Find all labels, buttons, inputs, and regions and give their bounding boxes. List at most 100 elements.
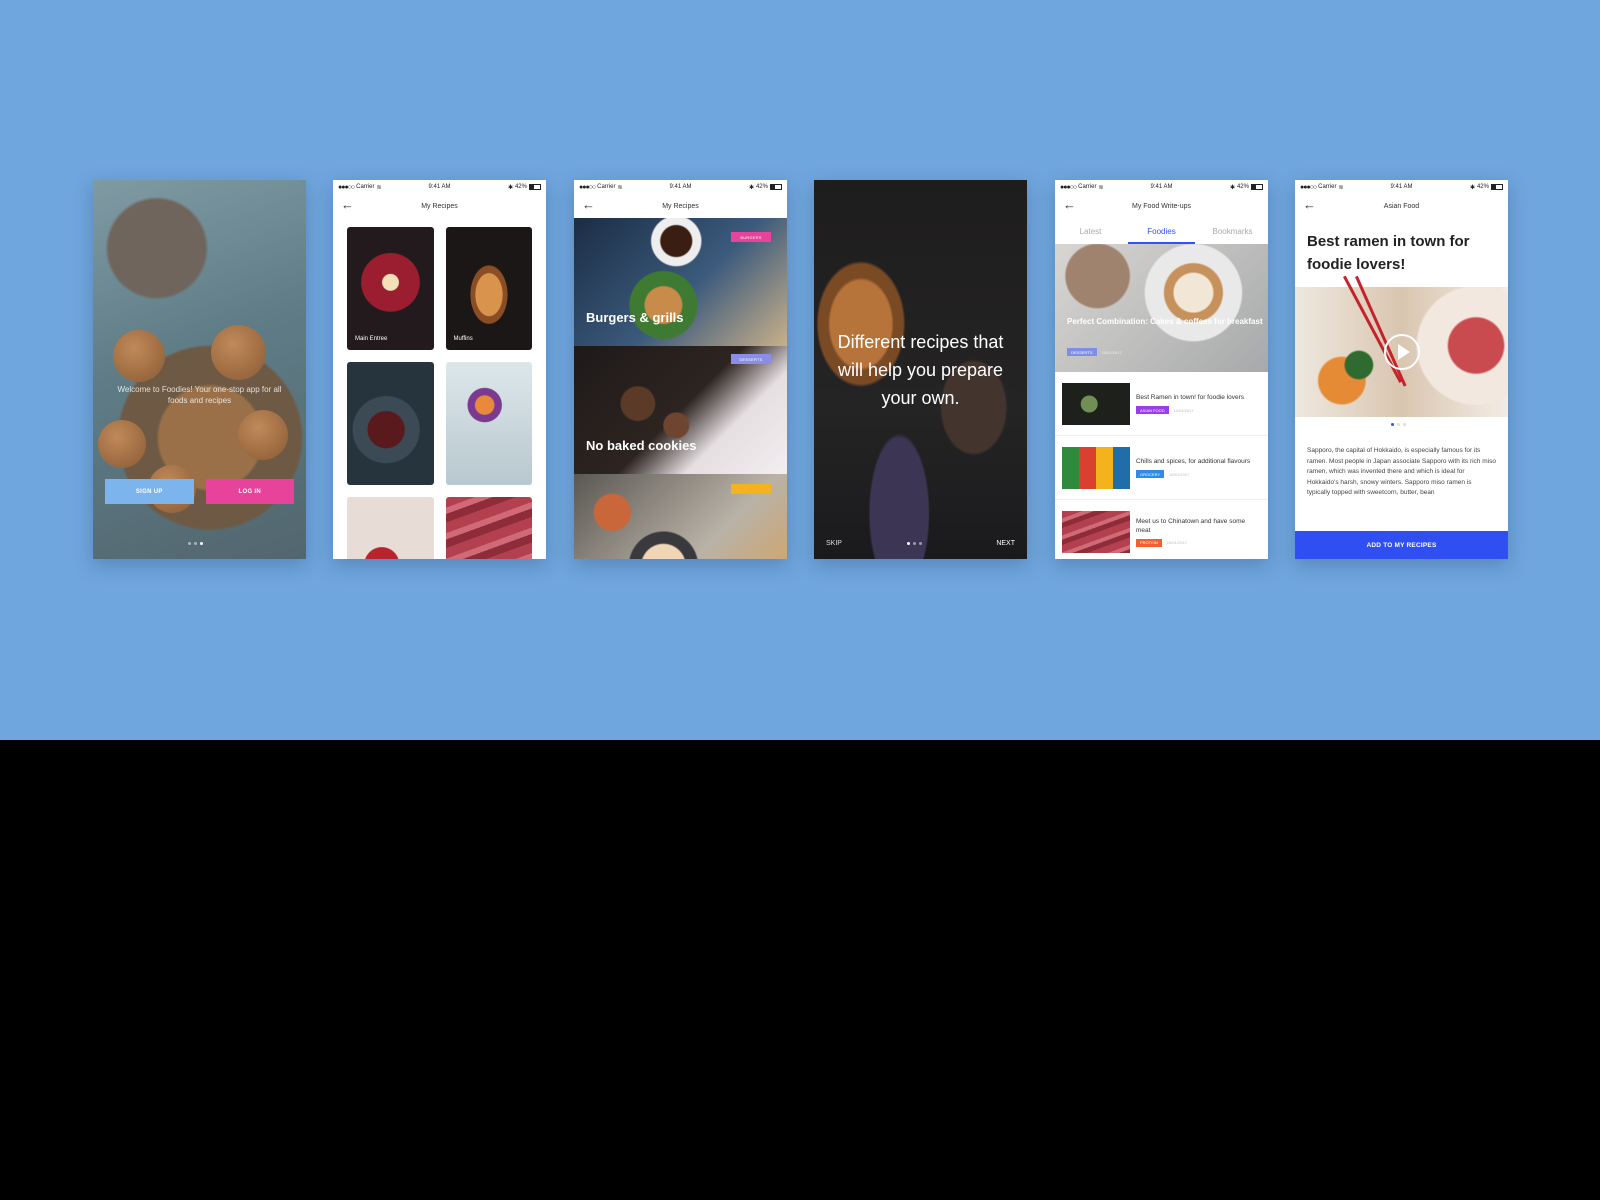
recipe-grid: Main Entree Muffins [347,227,532,559]
tile-label: Muffins [453,336,473,342]
bluetooth-icon: ✱ [1469,184,1475,191]
battery-label: 42% [1236,184,1249,190]
ramen-video-thumbnail[interactable] [1295,275,1508,417]
signal-icon: ●●●○○ [1060,183,1077,191]
list-item[interactable]: Meet us to Chinatown and have some meat … [1055,500,1268,559]
category-card-burgers[interactable]: BURGERS Burgers & grills [574,218,787,346]
category-card-breakfast[interactable] [574,474,787,559]
category-tag: DESSERTS [731,354,771,364]
recipe-tile-meat[interactable] [445,497,532,559]
signal-icon: ●●●○○ [1300,183,1317,191]
category-card-cookies[interactable]: DESSERTS No baked cookies [574,346,787,474]
page-indicator[interactable] [188,542,203,545]
page-dot-active[interactable] [907,542,910,545]
log-in-button[interactable]: LOG IN [205,479,294,504]
image-page-indicator[interactable] [1391,423,1406,426]
page-title: Asian Food [1383,202,1420,210]
wifi-icon: ≋ [617,184,623,191]
article-thumbnail [1062,446,1130,489]
battery-label: 42% [1476,184,1489,190]
writeups-screen: ●●●○○ Carrier ≋ 9:41 AM ✱ 42% ← My Food Wri… [1055,180,1268,559]
page-dot[interactable] [919,542,922,545]
signal-icon: ●●●○○ [338,183,355,191]
my-recipes-screen: ●●●○○ Carrier ≋ 9:41 AM ✱ 42% ← My Recipes … [333,180,546,559]
status-bar: ●●●○○ Carrier ≋ 9:41 AM ✱ 42% [333,180,546,194]
tab-bookmarks[interactable]: Bookmarks [1197,218,1268,244]
page-dot[interactable] [1397,423,1400,426]
back-arrow-icon[interactable]: ← [1063,198,1076,212]
page-title: My Recipes [421,202,458,210]
list-item[interactable]: Best Ramen in town! for foodie lovers AS… [1055,372,1268,436]
page-dot[interactable] [194,542,197,545]
article-title: Meet us to Chinatown and have some meat [1136,517,1246,534]
article-title: Chills and spices, for additional flavou… [1136,458,1251,465]
cookie-image [211,325,266,380]
clock-label: 9:41 AM [428,184,451,190]
chopstick-image [1355,275,1407,387]
featured-article-title: Perfect Combination: Cakes & coffees for… [1067,317,1263,326]
carrier-label: Carrier [356,184,375,190]
page-dot[interactable] [188,542,191,545]
status-bar: ●●●○○ Carrier ≋ 9:41 AM ✱ 42% [1295,180,1508,194]
back-arrow-icon[interactable]: ← [341,198,354,212]
onboarding-screen: Different recipes that will help you pre… [814,180,1027,559]
date-label: 20/01/2017 [1101,349,1122,355]
category-tag: PROTEIN [1136,538,1162,547]
article-title: Best Ramen in town! for foodie lovers [1136,394,1245,401]
status-bar: ●●●○○ Carrier ≋ 9:41 AM ✱ 42% [1055,180,1268,194]
category-tag: GROCERY [1136,470,1165,478]
article-headline: Best ramen in town for foodie lovers! [1307,233,1470,273]
welcome-screen: Welcome to Foodies! Your one-stop app fo… [93,180,306,559]
page-dot-active[interactable] [1391,423,1394,426]
wifi-icon: ≋ [1098,184,1104,191]
article-thumbnail [1062,510,1130,553]
back-arrow-icon[interactable]: ← [582,198,595,212]
tab-foodies[interactable]: Foodies [1126,218,1197,244]
list-item[interactable]: Chills and spices, for additional flavou… [1055,436,1268,500]
sign-up-button[interactable]: SIGN UP [105,479,194,504]
carrier-label: Carrier [597,184,616,190]
clock-label: 9:41 AM [1390,184,1413,190]
article-screen: ●●●○○ Carrier ≋ 9:41 AM ✱ 42% ← Asian Food … [1295,180,1508,559]
play-icon[interactable] [1383,334,1420,370]
page-dot-active[interactable] [200,542,203,545]
battery-icon [769,184,782,190]
wifi-icon: ≋ [376,184,382,191]
next-button[interactable]: NEXT [996,540,1015,547]
recipe-tile-berries[interactable] [347,497,434,559]
article-body: Sapporo, the capital of Hokkaido, is esp… [1307,447,1496,496]
battery-label: 42% [755,184,768,190]
nav-bar: ← My Food Write-ups [1055,194,1268,218]
recipe-tile-soup[interactable] [347,362,434,485]
category-title: No baked cookies [586,438,697,453]
add-to-my-recipes-button[interactable]: ADD TO MY RECIPES [1295,531,1508,559]
battery-label: 42% [514,184,527,190]
recipe-tile-salad[interactable] [445,362,532,485]
nav-bar: ← Asian Food [1295,194,1508,218]
carrier-label: Carrier [1078,184,1097,190]
page-title: My Food Write-ups [1132,202,1191,210]
page-indicator[interactable] [907,542,922,545]
skip-button[interactable]: SKIP [826,540,842,547]
page-dot[interactable] [913,542,916,545]
onboarding-text: Different recipes that will help you pre… [837,332,1004,408]
clock-label: 9:41 AM [669,184,692,190]
recipe-tile-main-entree[interactable]: Main Entree [347,227,434,350]
page-dot[interactable] [1403,423,1406,426]
nav-bar: ← My Recipes [574,194,787,218]
tab-latest[interactable]: Latest [1055,218,1126,244]
tab-bar: Latest Foodies Bookmarks [1055,218,1268,244]
featured-article[interactable]: Perfect Combination: Cakes & coffees for… [1055,244,1268,372]
categories-screen: ●●●○○ Carrier ≋ 9:41 AM ✱ 42% ← My Recipes … [574,180,787,559]
battery-icon [1490,184,1503,190]
clock-label: 9:41 AM [1150,184,1173,190]
recipe-tile-muffins[interactable]: Muffins [445,227,532,350]
category-tag [731,484,771,494]
category-title: Burgers & grills [586,310,684,325]
category-tag: DESSERTS [1067,348,1097,356]
page-title: My Recipes [662,202,699,210]
carrier-label: Carrier [1318,184,1337,190]
showcase-background: Welcome to Foodies! Your one-stop app fo… [0,0,1600,740]
article-list: Best Ramen in town! for foodie lovers AS… [1055,372,1268,559]
back-arrow-icon[interactable]: ← [1303,198,1316,212]
